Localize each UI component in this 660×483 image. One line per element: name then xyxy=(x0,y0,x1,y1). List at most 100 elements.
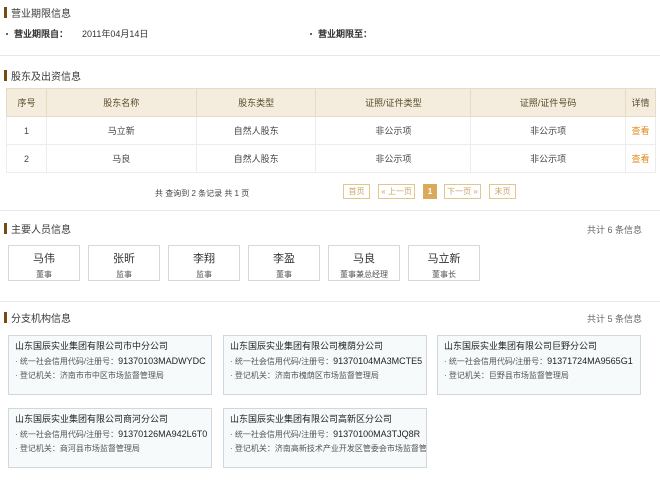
term-to-label: 营业期限至： xyxy=(318,29,373,39)
branch-card[interactable]: 山东国辰实业集团有限公司高新区分公司 · 统一社会信用代码/注册号：913701… xyxy=(223,408,427,468)
branch-name: 山东国辰实业集团有限公司市中分公司 xyxy=(15,341,169,351)
person-role: 董事 xyxy=(276,270,292,279)
branch-name: 山东国辰实业集团有限公司商河分公司 xyxy=(15,414,169,424)
person-card[interactable]: 李盈 董事 xyxy=(248,245,320,281)
auth-value: 巨野县市场监督管理局 xyxy=(488,371,569,380)
shareholder-name: 马立新 xyxy=(45,116,197,145)
personnel-title: 主要人员信息 xyxy=(11,224,71,236)
shareholder-type: 自然人股东 xyxy=(195,144,317,173)
code-value: 91370126MA942L6T0 xyxy=(118,429,208,439)
column-header: 序号 xyxy=(6,88,47,117)
person-name: 马良 xyxy=(353,253,375,265)
code-value: 91370104MA3MCTE5 xyxy=(333,356,423,366)
divider xyxy=(0,210,660,211)
personnel-count: 共计 6 条信息 xyxy=(586,225,642,235)
view-details-link[interactable]: 查看 xyxy=(624,144,657,173)
auth-value: 商河县市场监督管理局 xyxy=(59,444,140,453)
branch-authority: · 登记机关：商河县市场监督管理局 xyxy=(15,444,140,453)
section-bar xyxy=(4,311,7,323)
column-header: 股东类型 xyxy=(195,88,317,117)
pagination-info: 共 查询到 2 条记录 共 1 页 xyxy=(155,189,250,198)
auth-label: 登记机关： xyxy=(19,444,60,453)
branch-card[interactable]: 山东国辰实业集团有限公司商河分公司 · 统一社会信用代码/注册号：9137012… xyxy=(8,408,212,468)
column-header: 股东名称 xyxy=(45,88,197,117)
branch-code: · 统一社会信用代码/注册号：91370103MADWYDC xyxy=(15,356,206,366)
row-index: 1 xyxy=(6,116,47,145)
person-name: 马立新 xyxy=(427,253,461,265)
branch-name: 山东国辰实业集团有限公司巨野分公司 xyxy=(444,341,598,351)
auth-label: 登记机关： xyxy=(448,371,489,380)
branches-title: 分支机构信息 xyxy=(11,313,71,325)
branch-authority: · 登记机关：济南高新技术产业开发区管委会市场监督管理局 xyxy=(230,443,426,454)
table-row: 1 马立新 自然人股东 非公示项 非公示项 查看 xyxy=(6,116,657,145)
divider xyxy=(0,301,660,302)
auth-value: 济南高新技术产业开发区管委会市场监督管理局 xyxy=(274,444,427,453)
shareholder-type: 自然人股东 xyxy=(195,116,317,145)
auth-label: 登记机关： xyxy=(234,371,275,380)
code-label: 统一社会信用代码/注册号： xyxy=(234,357,334,366)
auth-label: 登记机关： xyxy=(234,444,275,453)
column-header: 证照/证件号码 xyxy=(470,88,626,117)
table-row: 2 马良 自然人股东 非公示项 非公示项 查看 xyxy=(6,144,657,173)
table-header-row: 序号 股东名称 股东类型 证照/证件类型 证照/证件号码 详情 xyxy=(6,88,657,117)
license-number: 非公示项 xyxy=(470,144,626,173)
person-card[interactable]: 李翔 监事 xyxy=(168,245,240,281)
person-role: 董事长 xyxy=(432,270,456,279)
term-from-label: 营业期限自： xyxy=(14,29,69,39)
first-page-button[interactable]: 首页 xyxy=(343,184,370,199)
shareholders-title: 股东及出资信息 xyxy=(11,71,81,83)
term-from-field: 营业期限自： 2011年04月14日 xyxy=(6,27,148,40)
business-term-section-title: 营业期限信息 xyxy=(4,5,71,20)
branch-card[interactable]: 山东国辰实业集团有限公司巨野分公司 · 统一社会信用代码/注册号：9137172… xyxy=(437,335,641,395)
column-header: 证照/证件类型 xyxy=(315,88,472,117)
branch-name: 山东国辰实业集团有限公司高新区分公司 xyxy=(230,414,393,424)
current-page-button[interactable]: 1 xyxy=(423,184,437,199)
branches-count: 共计 5 条信息 xyxy=(586,314,642,324)
person-role: 董事 xyxy=(36,270,52,279)
branches-section-title: 分支机构信息 xyxy=(4,310,71,325)
view-details-link[interactable]: 查看 xyxy=(624,116,657,145)
person-role: 监事 xyxy=(116,270,132,279)
person-card[interactable]: 张昕 监事 xyxy=(88,245,160,281)
branch-code: · 统一社会信用代码/注册号：91370126MA942L6T0 xyxy=(15,429,208,439)
branch-name: 山东国辰实业集团有限公司槐荫分公司 xyxy=(230,341,384,351)
person-card[interactable]: 马伟 董事 xyxy=(8,245,80,281)
auth-label: 登记机关： xyxy=(19,371,60,380)
row-index: 2 xyxy=(6,144,47,173)
branch-authority: · 登记机关：巨野县市场监督管理局 xyxy=(444,371,569,380)
last-page-button[interactable]: 末页 xyxy=(489,184,516,199)
person-role: 监事 xyxy=(196,270,212,279)
person-name: 马伟 xyxy=(33,253,55,265)
bullet-icon xyxy=(310,32,312,35)
shareholders-section-title: 股东及出资信息 xyxy=(4,68,81,83)
person-card[interactable]: 马立新 董事长 xyxy=(408,245,480,281)
code-value: 91370100MA3TJQ8R xyxy=(333,429,421,439)
license-type: 非公示项 xyxy=(315,116,472,145)
code-label: 统一社会信用代码/注册号： xyxy=(19,430,119,439)
license-number: 非公示项 xyxy=(470,116,626,145)
code-label: 统一社会信用代码/注册号： xyxy=(234,430,334,439)
bullet-icon xyxy=(6,32,8,35)
branch-authority: · 登记机关：济南市市中区市场监督管理局 xyxy=(15,371,164,380)
branch-card[interactable]: 山东国辰实业集团有限公司市中分公司 · 统一社会信用代码/注册号：9137010… xyxy=(8,335,212,395)
auth-value: 济南市槐荫区市场监督管理局 xyxy=(274,371,379,380)
code-label: 统一社会信用代码/注册号： xyxy=(448,357,548,366)
next-page-button[interactable]: 下一页 » xyxy=(444,184,481,199)
person-name: 李翔 xyxy=(193,253,215,265)
person-card[interactable]: 马良 董事兼总经理 xyxy=(328,245,400,281)
branch-card[interactable]: 山东国辰实业集团有限公司槐荫分公司 · 统一社会信用代码/注册号：9137010… xyxy=(223,335,427,395)
branch-code: · 统一社会信用代码/注册号：91370104MA3MCTE5 xyxy=(230,356,423,366)
divider xyxy=(0,55,660,56)
term-to-field: 营业期限至： xyxy=(310,27,386,40)
auth-value: 济南市市中区市场监督管理局 xyxy=(59,371,164,380)
shareholders-table: 序号 股东名称 股东类型 证照/证件类型 证照/证件号码 详情 1 马立新 自然… xyxy=(6,88,657,173)
prev-page-button[interactable]: « 上一页 xyxy=(378,184,415,199)
business-term-title: 营业期限信息 xyxy=(11,8,71,20)
section-bar xyxy=(4,222,7,234)
term-from-value: 2011年04月14日 xyxy=(82,29,149,39)
person-name: 张昕 xyxy=(113,253,135,265)
branch-code: · 统一社会信用代码/注册号：91370100MA3TJQ8R xyxy=(230,429,421,439)
section-bar xyxy=(4,6,7,18)
branch-authority: · 登记机关：济南市槐荫区市场监督管理局 xyxy=(230,371,379,380)
branch-code: · 统一社会信用代码/注册号：91371724MA9565G1 xyxy=(444,356,633,366)
